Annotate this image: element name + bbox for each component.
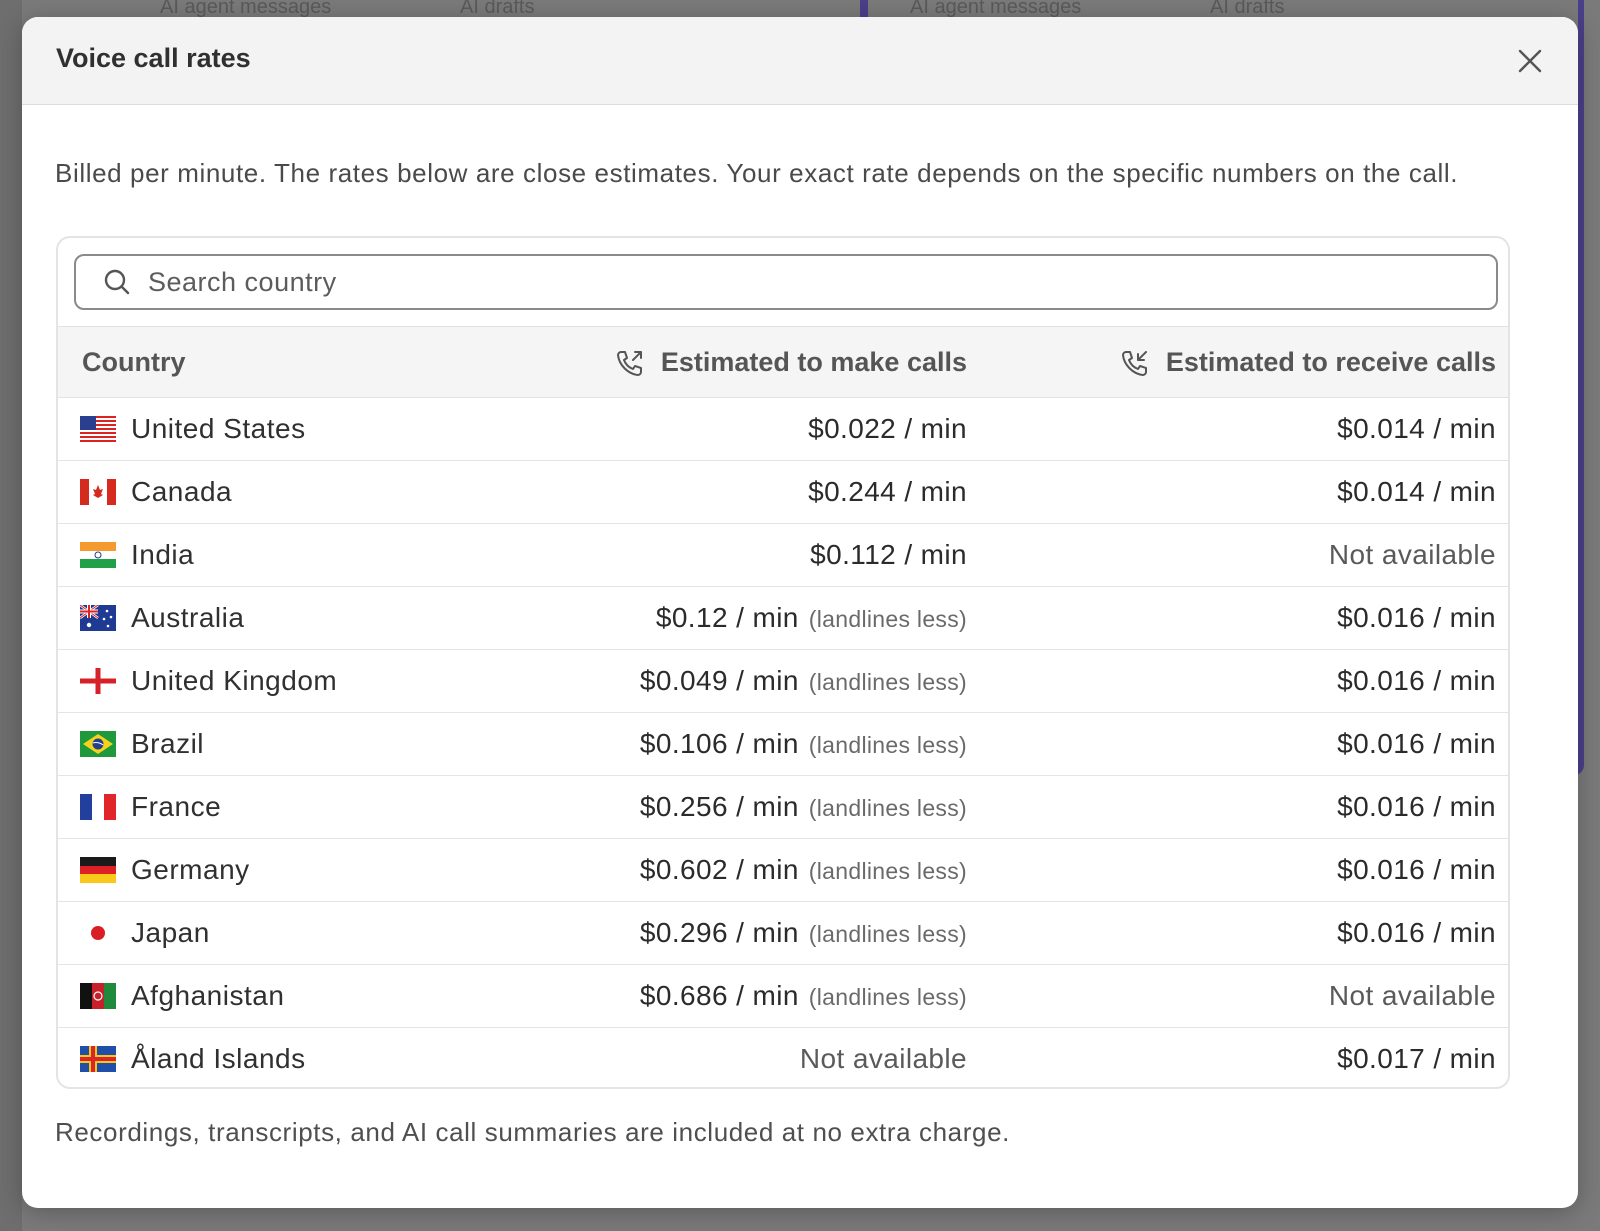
receive-rate: $0.016 / min <box>1337 602 1496 633</box>
country-name: United Kingdom <box>131 665 338 696</box>
background-tab: AI agent messages <box>160 0 332 18</box>
make-rate: $0.106 / min (landlines less) <box>640 728 967 760</box>
receive-rate: $0.016 / min <box>1337 791 1496 822</box>
table-row: Canada $0.244 / min $0.014 / min <box>58 461 1508 524</box>
country-name: Canada <box>131 476 233 507</box>
table-row: India $0.112 / min Not available <box>58 524 1508 587</box>
landline-note: (landlines less) <box>808 669 967 695</box>
table-row: Japan $0.296 / min (landlines less) $0.01… <box>58 902 1508 965</box>
make-rate-value: $0.244 / min <box>808 476 967 507</box>
outgoing-call-icon <box>616 350 642 376</box>
make-rate: $0.022 / min <box>808 413 967 445</box>
table-row: United States $0.022 / min $0.014 / min <box>58 398 1508 461</box>
in-flag-icon <box>80 542 116 568</box>
landline-note: (landlines less) <box>808 858 967 884</box>
landline-note: (landlines less) <box>808 606 967 632</box>
make-rate-value: $0.686 / min <box>639 980 799 1011</box>
search-input[interactable] <box>146 265 1496 299</box>
table-row: Brazil $0.106 / min (landlines less) $0.0… <box>58 713 1508 776</box>
country-name: Germany <box>131 854 250 885</box>
country-name: United States <box>131 413 306 444</box>
de-flag-icon <box>80 857 116 883</box>
au-flag-icon <box>80 605 116 631</box>
column-header-country: Country <box>82 347 186 377</box>
make-rate: $0.12 / min (landlines less) <box>656 602 967 634</box>
table-row: United Kingdom $0.049 / min (landlines le… <box>58 650 1508 713</box>
receive-rate: $0.014 / min <box>1337 413 1496 444</box>
landline-note: (landlines less) <box>808 984 967 1010</box>
column-header-receive-calls: Estimated to receive calls <box>1120 347 1496 378</box>
make-rate: $0.112 / min <box>810 539 967 571</box>
make-rate-value: $0.049 / min <box>639 665 799 696</box>
rates-table-body: United States $0.022 / min $0.014 / min … <box>58 398 1508 1087</box>
ca-flag-icon <box>80 479 116 505</box>
close-icon <box>1518 49 1542 73</box>
make-rate-value: $0.256 / min <box>639 791 799 822</box>
column-header-receive-label: Estimated to receive calls <box>1165 347 1496 377</box>
make-rate: $0.244 / min <box>808 476 967 508</box>
modal-description: Billed per minute. The rates below are c… <box>55 158 1459 188</box>
country-name: Brazil <box>131 728 205 759</box>
receive-rate: $0.016 / min <box>1337 917 1496 948</box>
modal-header: Voice call rates <box>22 17 1578 105</box>
make-rate-value: $0.12 / min <box>655 602 799 633</box>
landline-note: (landlines less) <box>808 921 967 947</box>
background-tab: AI drafts <box>1210 0 1285 18</box>
landline-note: (landlines less) <box>808 795 967 821</box>
search-field[interactable] <box>74 254 1498 310</box>
make-rate: $0.686 / min (landlines less) <box>640 980 967 1012</box>
background-accent-bar <box>860 0 868 18</box>
column-header-make-calls: Estimated to make calls <box>615 347 967 378</box>
background-tab: AI drafts <box>460 0 535 18</box>
fr-flag-icon <box>80 794 116 820</box>
jp-flag-icon <box>80 920 116 946</box>
make-rate-value: $0.022 / min <box>808 413 967 444</box>
close-button[interactable] <box>1512 43 1548 79</box>
table-row: France $0.256 / min (landlines less) $0.0… <box>58 776 1508 839</box>
make-rate-value: $0.296 / min <box>639 917 799 948</box>
make-rate: $0.256 / min (landlines less) <box>640 791 967 823</box>
us-flag-icon <box>80 416 116 442</box>
column-header-make-label: Estimated to make calls <box>660 347 967 377</box>
make-rate: $0.602 / min (landlines less) <box>640 854 967 886</box>
table-row: Afghanistan $0.686 / min (landlines less)… <box>58 965 1508 1028</box>
ax-flag-icon <box>80 1046 116 1072</box>
table-header: Country Estimated to make calls Estimate… <box>58 326 1508 398</box>
table-row: Germany $0.602 / min (landlines less) $0.… <box>58 839 1508 902</box>
country-name: India <box>131 539 195 570</box>
footer-note: Recordings, transcripts, and AI call sum… <box>55 1117 1010 1147</box>
search-icon <box>104 269 130 295</box>
voice-call-rates-modal: Voice call rates Billed per minute. The … <box>22 17 1578 1208</box>
receive-rate: $0.016 / min <box>1337 665 1496 696</box>
landline-note: (landlines less) <box>808 732 967 758</box>
background-sidebar <box>0 0 22 1231</box>
make-rate: Not available <box>799 1043 967 1074</box>
make-rate: $0.296 / min (landlines less) <box>640 917 967 949</box>
table-row: Australia $0.12 / min (landlines less) $0… <box>58 587 1508 650</box>
rates-card: Country Estimated to make calls Estimate… <box>56 236 1510 1089</box>
receive-rate: $0.016 / min <box>1337 728 1496 759</box>
country-name: Afghanistan <box>131 980 285 1011</box>
background-tab: AI agent messages <box>910 0 1082 18</box>
table-row: Åland Islands Not available $0.017 / min <box>58 1028 1508 1087</box>
country-name: Japan <box>131 917 210 948</box>
modal-title: Voice call rates <box>56 43 251 73</box>
make-rate: $0.049 / min (landlines less) <box>640 665 967 697</box>
af-flag-icon <box>80 983 116 1009</box>
gb-flag-icon <box>80 668 116 694</box>
country-name: Australia <box>131 602 245 633</box>
receive-rate: $0.014 / min <box>1337 476 1496 507</box>
receive-rate: Not available <box>1328 980 1496 1011</box>
br-flag-icon <box>80 731 116 757</box>
receive-rate: $0.016 / min <box>1337 854 1496 885</box>
make-rate-value: $0.106 / min <box>639 728 799 759</box>
receive-rate: $0.017 / min <box>1337 1043 1496 1074</box>
incoming-call-icon <box>1121 350 1147 376</box>
country-name: France <box>131 791 222 822</box>
make-rate-value: $0.112 / min <box>810 539 967 570</box>
country-name: Åland Islands <box>131 1043 306 1074</box>
make-rate-value: $0.602 / min <box>639 854 799 885</box>
receive-rate: Not available <box>1328 539 1496 570</box>
